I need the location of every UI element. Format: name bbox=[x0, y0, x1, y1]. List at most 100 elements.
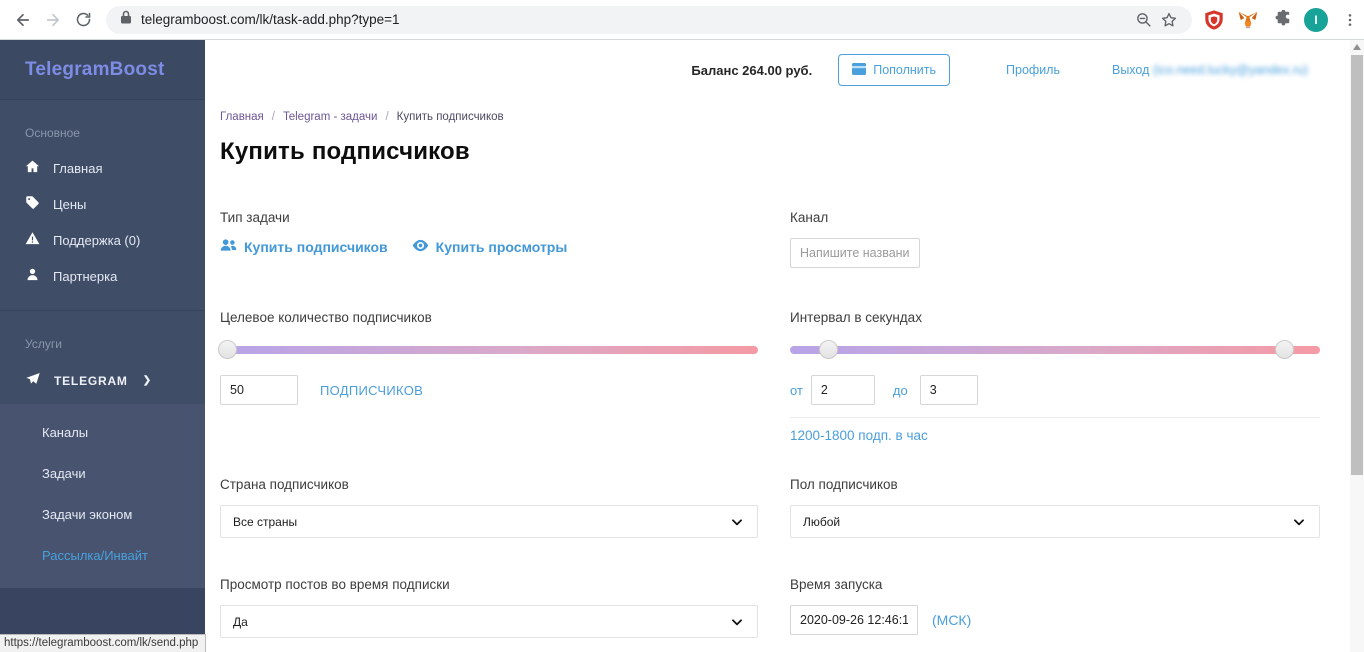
eye-icon bbox=[412, 239, 429, 255]
country-select[interactable]: Все страны bbox=[220, 505, 758, 538]
sidebar-item-label: Главная bbox=[53, 160, 103, 176]
interval-from-input[interactable] bbox=[810, 375, 875, 405]
sidebar: TelegramBoost Основное Главная Цены Подд… bbox=[0, 40, 205, 652]
target-count-unit: подписчиков bbox=[320, 382, 424, 398]
sidebar-section-services-label: Услуги bbox=[25, 337, 62, 351]
sidebar-item-label: Поддержка (0) bbox=[53, 232, 141, 248]
sidebar-item-support[interactable]: Поддержка (0) bbox=[0, 222, 205, 258]
field-start-time: Время запуска (МСК) bbox=[790, 577, 1320, 638]
sidebar-item-affiliate[interactable]: Партнерка bbox=[0, 258, 205, 294]
field-channel: Канал bbox=[790, 210, 1320, 310]
slider-handle[interactable] bbox=[218, 340, 237, 359]
sidebar-item-label: Цены bbox=[53, 196, 87, 212]
breadcrumb-home[interactable]: Главная bbox=[220, 111, 264, 123]
app-window: TelegramBoost Основное Главная Цены Подд… bbox=[0, 40, 1364, 652]
lock-icon bbox=[120, 10, 132, 29]
buy-subscribers-label: Купить подписчиков bbox=[244, 238, 388, 255]
field-target-count: Целевое количество подписчиков подписчик… bbox=[218, 310, 758, 477]
task-form: Тип задачи Купить подписчиков Купить про… bbox=[218, 210, 1320, 638]
slider-handle-to[interactable] bbox=[1274, 340, 1294, 359]
field-view-posts: Просмотр постов во время подписки Да bbox=[220, 577, 758, 638]
gender-select[interactable]: Любой bbox=[790, 505, 1320, 538]
buy-views-label: Купить просмотры bbox=[435, 238, 568, 255]
browser-profile-avatar[interactable]: I bbox=[1304, 7, 1328, 32]
channel-input[interactable] bbox=[790, 238, 920, 268]
task-type-label: Тип задачи bbox=[220, 210, 290, 225]
topup-button[interactable]: Пополнить bbox=[838, 54, 951, 86]
breadcrumb-telegram-tasks[interactable]: Telegram - задачи bbox=[283, 111, 377, 123]
browser-chrome: telegramboost.com/lk/task-add.php?type=1… bbox=[0, 0, 1364, 40]
slider-handle-from[interactable] bbox=[819, 340, 839, 359]
topup-button-label: Пополнить bbox=[873, 63, 937, 77]
metamask-fox-icon[interactable] bbox=[1236, 8, 1260, 32]
target-count-slider[interactable] bbox=[218, 340, 758, 359]
telegram-submenu: Каналы Задачи Задачи эконом Рассылка/Инв… bbox=[0, 404, 205, 588]
logo-area: TelegramBoost bbox=[0, 40, 205, 100]
browser-menu-icon[interactable] bbox=[1338, 8, 1362, 32]
gender-label: Пол подписчиков bbox=[790, 477, 898, 492]
gender-selected-value: Любой bbox=[803, 514, 841, 529]
breadcrumb-separator: / bbox=[385, 111, 389, 123]
submenu-item-mailing-invite[interactable]: Рассылка/Инвайт bbox=[0, 535, 205, 576]
chevron-down-icon bbox=[1292, 515, 1306, 532]
buy-subscribers-link[interactable]: Купить подписчиков bbox=[220, 238, 388, 255]
interval-to-label: до bbox=[892, 382, 908, 398]
url-bar[interactable]: telegramboost.com/lk/task-add.php?type=1 bbox=[106, 5, 1192, 34]
field-interval: Интервал в секундах от до 1200-1800 bbox=[790, 310, 1320, 477]
start-time-label: Время запуска bbox=[790, 577, 883, 592]
user-icon bbox=[25, 267, 40, 285]
scrollbar[interactable] bbox=[1350, 40, 1364, 652]
sidebar-section-main-label: Основное bbox=[25, 126, 80, 140]
breadcrumb-current: Купить подписчиков bbox=[396, 111, 504, 123]
breadcrumb-separator: / bbox=[271, 111, 275, 123]
chevron-right-icon: ❯ bbox=[142, 375, 152, 386]
page-header: Баланс 264.00 руб. Пополнить Профиль Вых… bbox=[205, 40, 1364, 100]
main-area: Баланс 264.00 руб. Пополнить Профиль Вых… bbox=[205, 40, 1364, 652]
buy-views-link[interactable]: Купить просмотры bbox=[412, 238, 568, 255]
field-country: Страна подписчиков Все страны bbox=[220, 477, 758, 577]
submenu-item-channels[interactable]: Каналы bbox=[0, 412, 205, 453]
submenu-item-tasks[interactable]: Задачи bbox=[0, 453, 205, 494]
submenu-item-tasks-econom[interactable]: Задачи эконом bbox=[0, 494, 205, 535]
chevron-down-icon bbox=[730, 615, 744, 632]
extensions-puzzle-icon[interactable] bbox=[1270, 8, 1294, 32]
sidebar-item-telegram[interactable]: TELEGRAM ❯ bbox=[0, 361, 205, 404]
scrollbar-thumb[interactable] bbox=[1351, 55, 1363, 475]
interval-divider bbox=[790, 417, 1320, 418]
view-posts-selected-value: Да bbox=[233, 614, 248, 629]
scrollbar-up-arrow[interactable] bbox=[1353, 44, 1361, 50]
bookmark-star-icon[interactable] bbox=[1156, 7, 1182, 33]
page-title: Купить подписчиков bbox=[220, 138, 470, 165]
country-selected-value: Все страны bbox=[233, 514, 298, 529]
rate-hint[interactable]: 1200-1800 подп. в час bbox=[790, 428, 1320, 443]
target-count-label: Целевое количество подписчиков bbox=[220, 310, 432, 325]
back-icon[interactable] bbox=[8, 5, 38, 35]
link-preview-statusbar: https://telegramboost.com/lk/send.php bbox=[0, 634, 207, 652]
field-task-type: Тип задачи Купить подписчиков Купить про… bbox=[220, 210, 758, 310]
field-gender: Пол подписчиков Любой bbox=[790, 477, 1320, 577]
interval-slider[interactable] bbox=[790, 340, 1320, 359]
reload-icon[interactable] bbox=[68, 5, 98, 35]
tag-icon bbox=[25, 195, 40, 213]
channel-label: Канал bbox=[790, 210, 829, 225]
forward-icon[interactable] bbox=[38, 5, 68, 35]
sidebar-item-home[interactable]: Главная bbox=[0, 150, 205, 186]
breadcrumb: Главная / Telegram - задачи / Купить под… bbox=[220, 111, 1320, 123]
zoom-page-icon[interactable] bbox=[1130, 7, 1156, 33]
country-label: Страна подписчиков bbox=[220, 477, 349, 492]
adblock-shield-icon[interactable] bbox=[1202, 8, 1226, 32]
view-posts-select[interactable]: Да bbox=[220, 605, 758, 638]
interval-to-input[interactable] bbox=[919, 375, 978, 405]
url-text[interactable]: telegramboost.com/lk/task-add.php?type=1 bbox=[141, 12, 1130, 27]
balance-label: Баланс 264.00 руб. bbox=[691, 62, 813, 78]
start-time-input[interactable] bbox=[790, 605, 918, 635]
home-icon bbox=[25, 159, 40, 177]
app-logo[interactable]: TelegramBoost bbox=[25, 59, 165, 81]
chevron-down-icon bbox=[730, 515, 744, 532]
target-count-input[interactable] bbox=[220, 375, 298, 405]
profile-link[interactable]: Профиль bbox=[1006, 63, 1060, 77]
sidebar-item-prices[interactable]: Цены bbox=[0, 186, 205, 222]
telegram-plane-icon bbox=[25, 371, 41, 390]
page-content: Главная / Telegram - задачи / Купить под… bbox=[205, 100, 1364, 638]
logout-link[interactable]: Выход (ico.need.lucky@yandex.ru) bbox=[1112, 63, 1308, 77]
